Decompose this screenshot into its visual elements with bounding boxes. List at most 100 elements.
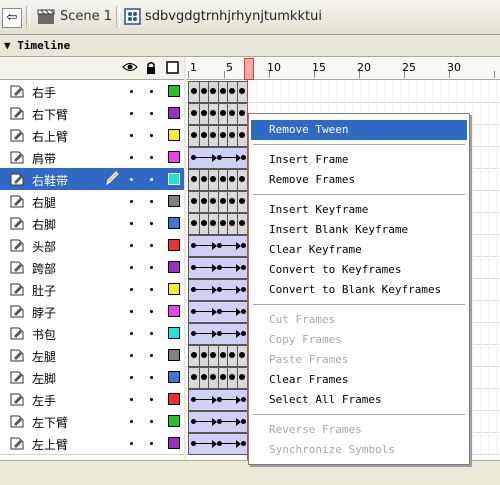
keyframe[interactable] [241, 419, 246, 424]
keyframe[interactable] [241, 397, 246, 402]
outline-color-swatch[interactable] [168, 437, 180, 449]
eye-icon[interactable] [122, 61, 138, 73]
keyframe[interactable] [200, 220, 207, 226]
keyframe[interactable] [191, 176, 197, 182]
clear-keyframe-menu-item[interactable]: Clear Keyframe [251, 240, 467, 260]
frame-row[interactable] [186, 80, 500, 103]
lock-toggle[interactable] [150, 376, 153, 379]
layer-row[interactable]: 右手 [0, 80, 184, 103]
lock-icon[interactable] [146, 61, 156, 75]
keyframe[interactable] [238, 132, 245, 138]
keyframe[interactable] [241, 309, 246, 314]
keyframe[interactable] [210, 88, 216, 94]
timeline-header[interactable]: ▼ Timeline [0, 36, 500, 57]
outline-color-swatch[interactable] [168, 371, 180, 383]
remove-frames-menu-item[interactable]: Remove Frames [251, 170, 467, 190]
keyframe[interactable] [210, 110, 216, 116]
keyframe[interactable] [191, 132, 197, 138]
keyframe-span[interactable] [188, 191, 248, 213]
keyframe[interactable] [241, 265, 246, 270]
layer-row[interactable]: 右下臂 [0, 102, 184, 125]
keyframe[interactable] [219, 132, 226, 138]
lock-toggle[interactable] [150, 90, 153, 93]
visibility-toggle[interactable] [130, 398, 133, 401]
timeline-title[interactable]: ▼ Timeline [4, 39, 70, 52]
keyframe[interactable] [241, 331, 246, 336]
visibility-toggle[interactable] [130, 376, 133, 379]
remove-tween-menu-item[interactable]: Remove Tween [251, 120, 467, 140]
scene-label[interactable]: Scene 1 [60, 9, 112, 24]
lock-toggle[interactable] [150, 310, 153, 313]
keyframe[interactable] [200, 110, 207, 116]
keyframe[interactable] [229, 374, 235, 380]
lock-toggle[interactable] [150, 442, 153, 445]
visibility-toggle[interactable] [130, 354, 133, 357]
visibility-toggle[interactable] [130, 288, 133, 291]
keyframe[interactable] [241, 243, 246, 248]
keyframe[interactable] [219, 176, 226, 182]
visibility-toggle[interactable] [130, 222, 133, 225]
keyframe[interactable] [191, 110, 197, 116]
keyframe[interactable] [200, 132, 207, 138]
keyframe[interactable] [229, 132, 235, 138]
outline-color-swatch[interactable] [168, 107, 180, 119]
motion-tween-span[interactable] [188, 323, 248, 345]
outline-color-swatch[interactable] [168, 129, 180, 141]
keyframe[interactable] [210, 352, 216, 358]
layer-row[interactable]: 右上臂 [0, 124, 184, 147]
lock-toggle[interactable] [150, 200, 153, 203]
keyframe[interactable] [229, 198, 235, 204]
outline-color-swatch[interactable] [168, 195, 180, 207]
keyframe[interactable] [200, 176, 207, 182]
keyframe[interactable] [238, 352, 245, 358]
motion-tween-span[interactable] [188, 433, 248, 455]
lock-toggle[interactable] [150, 156, 153, 159]
keyframe[interactable] [238, 374, 245, 380]
keyframe[interactable] [241, 287, 246, 292]
lock-toggle[interactable] [150, 288, 153, 291]
lock-toggle[interactable] [150, 178, 153, 181]
keyframe-span[interactable] [188, 345, 248, 367]
keyframe[interactable] [238, 220, 245, 226]
outline-color-swatch[interactable] [168, 151, 180, 163]
outline-icon[interactable] [166, 61, 179, 74]
lock-toggle[interactable] [150, 420, 153, 423]
keyframe[interactable] [191, 352, 197, 358]
layer-row[interactable]: 右鞋带 [0, 168, 184, 191]
keyframe-span[interactable] [188, 125, 248, 147]
layer-row[interactable]: 右腿 [0, 190, 184, 213]
keyframe[interactable] [191, 198, 197, 204]
outline-color-swatch[interactable] [168, 327, 180, 339]
keyframe[interactable] [238, 198, 245, 204]
keyframe[interactable] [238, 110, 245, 116]
select-all-frames-menu-item[interactable]: Select All Frames [251, 390, 467, 410]
lock-toggle[interactable] [150, 134, 153, 137]
keyframe[interactable] [229, 352, 235, 358]
lock-toggle[interactable] [150, 398, 153, 401]
visibility-toggle[interactable] [130, 112, 133, 115]
keyframe[interactable] [219, 198, 226, 204]
back-arrow-icon[interactable]: ⇦ [2, 8, 22, 28]
visibility-toggle[interactable] [130, 134, 133, 137]
outline-color-swatch[interactable] [168, 415, 180, 427]
playhead[interactable] [244, 58, 254, 80]
keyframe[interactable] [191, 374, 197, 380]
layer-row[interactable]: 右脚 [0, 212, 184, 235]
outline-color-swatch[interactable] [168, 173, 180, 185]
keyframe[interactable] [210, 220, 216, 226]
keyframe[interactable] [241, 155, 246, 160]
outline-color-swatch[interactable] [168, 349, 180, 361]
keyframe[interactable] [229, 110, 235, 116]
visibility-toggle[interactable] [130, 178, 133, 181]
keyframe-span[interactable] [188, 367, 248, 389]
insert-blank-keyframe-menu-item[interactable]: Insert Blank Keyframe [251, 220, 467, 240]
motion-tween-span[interactable] [188, 389, 248, 411]
outline-color-swatch[interactable] [168, 239, 180, 251]
layer-row[interactable]: 书包 [0, 322, 184, 345]
layer-row[interactable]: 左脚 [0, 366, 184, 389]
keyframe[interactable] [241, 441, 246, 446]
layer-row[interactable]: 脖子 [0, 300, 184, 323]
visibility-toggle[interactable] [130, 200, 133, 203]
lock-toggle[interactable] [150, 354, 153, 357]
motion-tween-span[interactable] [188, 279, 248, 301]
